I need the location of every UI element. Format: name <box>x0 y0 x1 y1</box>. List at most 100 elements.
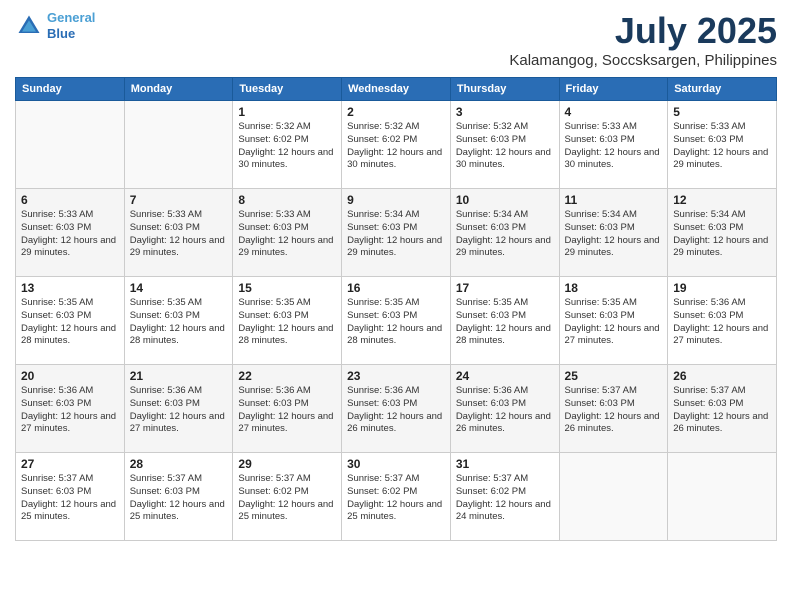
week-row-4: 20 Sunrise: 5:36 AM Sunset: 6:03 PM Dayli… <box>16 365 777 453</box>
day-number: 9 <box>347 193 445 207</box>
calendar-cell: 3 Sunrise: 5:32 AM Sunset: 6:03 PM Daylig… <box>450 101 559 189</box>
week-row-2: 6 Sunrise: 5:33 AM Sunset: 6:03 PM Daylig… <box>16 189 777 277</box>
day-number: 12 <box>673 193 771 207</box>
day-info: Sunrise: 5:36 AM Sunset: 6:03 PM Dayligh… <box>673 297 771 348</box>
day-number: 28 <box>130 457 228 471</box>
calendar-cell: 14 Sunrise: 5:35 AM Sunset: 6:03 PM Dayli… <box>124 277 233 365</box>
calendar-cell: 18 Sunrise: 5:35 AM Sunset: 6:03 PM Dayli… <box>559 277 668 365</box>
day-number: 10 <box>456 193 554 207</box>
calendar-cell: 1 Sunrise: 5:32 AM Sunset: 6:02 PM Daylig… <box>233 101 342 189</box>
calendar-table: Sunday Monday Tuesday Wednesday Thursday… <box>15 77 777 541</box>
calendar-cell <box>16 101 125 189</box>
day-info: Sunrise: 5:37 AM Sunset: 6:02 PM Dayligh… <box>456 473 554 524</box>
calendar-cell: 8Sunrise: 5:33 AM Sunset: 6:03 PM Daylig… <box>233 189 342 277</box>
subtitle: Kalamangog, Soccsksargen, Philippines <box>509 52 777 69</box>
calendar-cell: 26Sunrise: 5:37 AM Sunset: 6:03 PM Dayli… <box>668 365 777 453</box>
day-info: Sunrise: 5:37 AM Sunset: 6:02 PM Dayligh… <box>347 473 445 524</box>
calendar-cell: 10Sunrise: 5:34 AM Sunset: 6:03 PM Dayli… <box>450 189 559 277</box>
day-number: 3 <box>456 105 554 119</box>
day-info: Sunrise: 5:32 AM Sunset: 6:03 PM Dayligh… <box>456 121 554 172</box>
day-number: 13 <box>21 281 119 295</box>
calendar-cell: 21 Sunrise: 5:36 AM Sunset: 6:03 PM Dayli… <box>124 365 233 453</box>
header-thursday: Thursday <box>450 78 559 101</box>
day-number: 1 <box>238 105 336 119</box>
day-info: Sunrise: 5:33 AM Sunset: 6:03 PM Dayligh… <box>673 121 771 172</box>
day-info: Sunrise: 5:37 AM Sunset: 6:03 PM Dayligh… <box>130 473 228 524</box>
day-number: 5 <box>673 105 771 119</box>
calendar-cell: 24 Sunrise: 5:36 AM Sunset: 6:03 PM Dayli… <box>450 365 559 453</box>
week-row-3: 13 Sunrise: 5:35 AM Sunset: 6:03 PM Dayli… <box>16 277 777 365</box>
day-number: 17 <box>456 281 554 295</box>
main-title: July 2025 <box>509 10 777 52</box>
calendar-cell: 23 Sunrise: 5:36 AM Sunset: 6:03 PM Dayli… <box>342 365 451 453</box>
calendar-cell: 17Sunrise: 5:35 AM Sunset: 6:03 PM Dayli… <box>450 277 559 365</box>
logo-icon <box>15 12 43 40</box>
calendar-cell: 9 Sunrise: 5:34 AM Sunset: 6:03 PM Daylig… <box>342 189 451 277</box>
day-info: Sunrise: 5:37 AM Sunset: 6:02 PM Dayligh… <box>238 473 336 524</box>
day-number: 27 <box>21 457 119 471</box>
week-row-1: 1 Sunrise: 5:32 AM Sunset: 6:02 PM Daylig… <box>16 101 777 189</box>
calendar-cell: 4 Sunrise: 5:33 AM Sunset: 6:03 PM Daylig… <box>559 101 668 189</box>
day-number: 20 <box>21 369 119 383</box>
day-number: 24 <box>456 369 554 383</box>
day-info: Sunrise: 5:36 AM Sunset: 6:03 PM Dayligh… <box>21 385 119 436</box>
calendar-cell: 25 Sunrise: 5:37 AM Sunset: 6:03 PM Dayli… <box>559 365 668 453</box>
day-info: Sunrise: 5:36 AM Sunset: 6:03 PM Dayligh… <box>238 385 336 436</box>
day-info: Sunrise: 5:37 AM Sunset: 6:03 PM Dayligh… <box>565 385 663 436</box>
day-info: Sunrise: 5:36 AM Sunset: 6:03 PM Dayligh… <box>347 385 445 436</box>
calendar-cell: 27 Sunrise: 5:37 AM Sunset: 6:03 PM Dayli… <box>16 453 125 541</box>
day-info: Sunrise: 5:36 AM Sunset: 6:03 PM Dayligh… <box>456 385 554 436</box>
day-info: Sunrise: 5:35 AM Sunset: 6:03 PM Dayligh… <box>347 297 445 348</box>
header-sunday: Sunday <box>16 78 125 101</box>
week-row-5: 27 Sunrise: 5:37 AM Sunset: 6:03 PM Dayli… <box>16 453 777 541</box>
weekday-header-row: Sunday Monday Tuesday Wednesday Thursday… <box>16 78 777 101</box>
day-info: Sunrise: 5:36 AM Sunset: 6:03 PM Dayligh… <box>130 385 228 436</box>
day-number: 18 <box>565 281 663 295</box>
day-info: Sunrise: 5:37 AM Sunset: 6:03 PM Dayligh… <box>21 473 119 524</box>
day-number: 6 <box>21 193 119 207</box>
calendar-cell: 15 Sunrise: 5:35 AM Sunset: 6:03 PM Dayli… <box>233 277 342 365</box>
calendar-cell: 16Sunrise: 5:35 AM Sunset: 6:03 PM Dayli… <box>342 277 451 365</box>
day-number: 7 <box>130 193 228 207</box>
day-number: 30 <box>347 457 445 471</box>
day-number: 21 <box>130 369 228 383</box>
day-number: 23 <box>347 369 445 383</box>
day-info: Sunrise: 5:35 AM Sunset: 6:03 PM Dayligh… <box>238 297 336 348</box>
header-monday: Monday <box>124 78 233 101</box>
day-number: 2 <box>347 105 445 119</box>
calendar-cell: 28 Sunrise: 5:37 AM Sunset: 6:03 PM Dayli… <box>124 453 233 541</box>
page-header: General Blue July 2025 Kalamangog, Soccs… <box>15 10 777 69</box>
day-info: Sunrise: 5:32 AM Sunset: 6:02 PM Dayligh… <box>238 121 336 172</box>
header-wednesday: Wednesday <box>342 78 451 101</box>
day-number: 15 <box>238 281 336 295</box>
logo-text: General Blue <box>47 10 95 41</box>
calendar-cell <box>124 101 233 189</box>
day-number: 14 <box>130 281 228 295</box>
calendar-page: General Blue July 2025 Kalamangog, Soccs… <box>0 0 792 612</box>
day-info: Sunrise: 5:34 AM Sunset: 6:03 PM Dayligh… <box>347 209 445 260</box>
calendar-cell: 5 Sunrise: 5:33 AM Sunset: 6:03 PM Daylig… <box>668 101 777 189</box>
day-number: 11 <box>565 193 663 207</box>
day-info: Sunrise: 5:33 AM Sunset: 6:03 PM Dayligh… <box>238 209 336 260</box>
day-number: 19 <box>673 281 771 295</box>
day-number: 4 <box>565 105 663 119</box>
header-saturday: Saturday <box>668 78 777 101</box>
day-number: 31 <box>456 457 554 471</box>
day-info: Sunrise: 5:35 AM Sunset: 6:03 PM Dayligh… <box>21 297 119 348</box>
day-info: Sunrise: 5:33 AM Sunset: 6:03 PM Dayligh… <box>565 121 663 172</box>
day-info: Sunrise: 5:34 AM Sunset: 6:03 PM Dayligh… <box>673 209 771 260</box>
day-number: 25 <box>565 369 663 383</box>
day-number: 22 <box>238 369 336 383</box>
day-info: Sunrise: 5:35 AM Sunset: 6:03 PM Dayligh… <box>130 297 228 348</box>
calendar-cell: 13 Sunrise: 5:35 AM Sunset: 6:03 PM Dayli… <box>16 277 125 365</box>
calendar-cell: 19 Sunrise: 5:36 AM Sunset: 6:03 PM Dayli… <box>668 277 777 365</box>
calendar-cell: 22 Sunrise: 5:36 AM Sunset: 6:03 PM Dayli… <box>233 365 342 453</box>
day-info: Sunrise: 5:35 AM Sunset: 6:03 PM Dayligh… <box>565 297 663 348</box>
calendar-cell <box>668 453 777 541</box>
header-friday: Friday <box>559 78 668 101</box>
calendar-cell: 30 Sunrise: 5:37 AM Sunset: 6:02 PM Dayli… <box>342 453 451 541</box>
day-number: 29 <box>238 457 336 471</box>
calendar-cell: 31 Sunrise: 5:37 AM Sunset: 6:02 PM Dayli… <box>450 453 559 541</box>
title-block: July 2025 Kalamangog, Soccsksargen, Phil… <box>509 10 777 69</box>
day-info: Sunrise: 5:33 AM Sunset: 6:03 PM Dayligh… <box>21 209 119 260</box>
